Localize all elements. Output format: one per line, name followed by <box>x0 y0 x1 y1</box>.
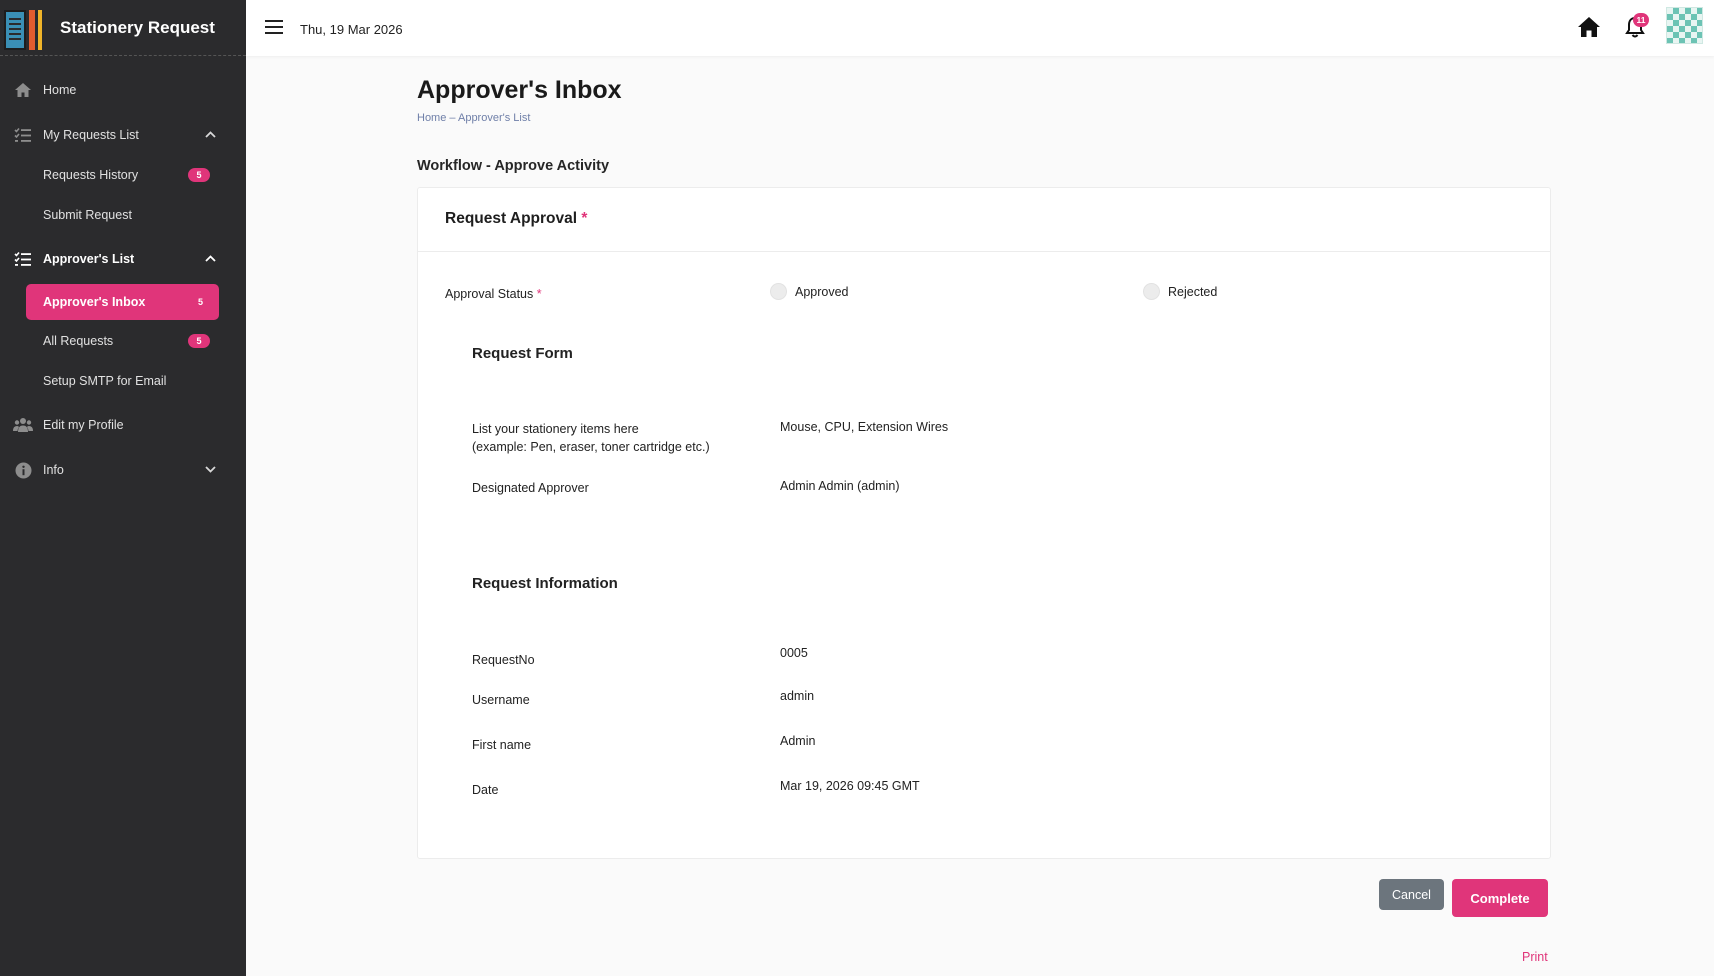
topbar: Thu, 19 Mar 2026 11 <box>246 0 1714 56</box>
list-check-icon <box>13 125 33 145</box>
info-icon <box>13 460 33 480</box>
card-header: Request Approval * <box>418 188 1550 252</box>
list-check-icon <box>13 249 33 269</box>
sidebar-item-label: Setup SMTP for Email <box>43 374 167 388</box>
sidebar-item-my-requests-list[interactable]: My Requests List <box>0 113 246 157</box>
count-badge: 5 <box>188 334 210 348</box>
designated-approver-value: Admin Admin (admin) <box>780 479 900 493</box>
sidebar-item-approvers-list[interactable]: Approver's List <box>0 237 246 281</box>
avatar[interactable] <box>1666 7 1703 44</box>
sidebar-item-all-requests[interactable]: All Requests 5 <box>0 321 246 361</box>
request-information-heading: Request Information <box>472 575 618 592</box>
breadcrumb-home[interactable]: Home <box>417 112 446 124</box>
users-icon <box>13 415 33 435</box>
sidebar-item-label: Edit my Profile <box>43 418 124 432</box>
sidebar-item-label: All Requests <box>43 334 114 348</box>
sidebar-item-edit-profile[interactable]: Edit my Profile <box>0 403 246 447</box>
breadcrumb-current[interactable]: Approver's List <box>458 112 530 124</box>
radio-rejected-label: Rejected <box>1168 284 1218 299</box>
radio-circle[interactable] <box>1143 283 1160 300</box>
date-label: Date <box>472 783 499 797</box>
username-value: admin <box>780 689 815 703</box>
sidebar-item-home[interactable]: Home <box>0 68 246 112</box>
chevron-down-icon <box>205 464 216 476</box>
sidebar: Stationery Request Home My Requests List… <box>0 0 246 976</box>
first-name-value: Admin <box>780 734 816 748</box>
sidebar-item-submit-request[interactable]: Submit Request <box>0 195 246 235</box>
sidebar-item-label: Home <box>43 83 77 97</box>
sidebar-item-label: Approver's List <box>43 252 135 266</box>
card-title-text: Request Approval <box>445 210 578 227</box>
radio-approved-label: Approved <box>795 284 849 299</box>
home-icon[interactable] <box>1577 16 1601 40</box>
sidebar-item-approvers-inbox[interactable]: Approver's Inbox 5 <box>26 284 219 320</box>
required-mark: * <box>536 287 542 301</box>
approval-status-label: Approval Status * <box>445 285 542 303</box>
sidebar-item-label: Info <box>43 463 64 477</box>
card-title: Request Approval * <box>445 210 587 228</box>
stationery-items-value: Mouse, CPU, Extension Wires <box>780 420 949 434</box>
sidebar-item-label: Requests History <box>43 168 139 182</box>
request-form-heading: Request Form <box>472 345 573 362</box>
current-date: Thu, 19 Mar 2026 <box>300 22 403 37</box>
first-name-label: First name <box>472 738 532 752</box>
stationery-items-label-line1: List your stationery items here <box>472 422 639 436</box>
designated-approver-label: Designated Approver <box>472 481 589 495</box>
username-label: Username <box>472 693 530 707</box>
sidebar-item-setup-smtp[interactable]: Setup SMTP for Email <box>0 361 246 401</box>
app-title: Stationery Request <box>60 17 215 37</box>
count-badge: 5 <box>197 297 203 307</box>
required-mark: * <box>581 210 588 227</box>
app-logo <box>4 6 48 50</box>
breadcrumb: Home – Approver's List <box>417 112 530 124</box>
sidebar-item-info[interactable]: Info <box>0 448 246 492</box>
sidebar-item-label: Approver's Inbox <box>43 295 146 309</box>
request-no-label: RequestNo <box>472 653 535 667</box>
count-badge: 5 <box>188 168 210 182</box>
menu-toggle-icon[interactable] <box>265 20 283 34</box>
complete-button[interactable]: Complete <box>1452 879 1548 917</box>
chevron-up-icon <box>205 253 216 265</box>
notification-badge: 11 <box>1633 13 1649 27</box>
stationery-items-label-line2: (example: Pen, eraser, toner cartridge e… <box>472 440 710 455</box>
radio-circle[interactable] <box>770 283 787 300</box>
page-title: Approver's Inbox <box>417 76 622 104</box>
sidebar-item-label: My Requests List <box>43 128 139 142</box>
sidebar-item-requests-history[interactable]: Requests History 5 <box>0 155 246 195</box>
radio-rejected[interactable]: Rejected <box>1143 283 1217 300</box>
brand: Stationery Request <box>0 0 246 56</box>
approval-status-label-text: Approval Status <box>445 287 534 301</box>
chevron-up-icon <box>205 129 216 141</box>
stationery-items-label: List your stationery items here (example… <box>472 420 710 456</box>
cancel-button[interactable]: Cancel <box>1379 879 1444 910</box>
sidebar-item-label: Submit Request <box>43 208 132 222</box>
workflow-title: Workflow - Approve Activity <box>417 158 610 174</box>
home-icon <box>13 80 33 100</box>
request-approval-card: Request Approval * Approval Status * App… <box>417 187 1551 859</box>
print-link[interactable]: Print <box>1522 950 1548 964</box>
breadcrumb-separator: – <box>449 112 456 124</box>
date-value: Mar 19, 2026 09:45 GMT <box>780 779 920 793</box>
request-no-value: 0005 <box>780 646 808 660</box>
radio-approved[interactable]: Approved <box>770 283 849 300</box>
